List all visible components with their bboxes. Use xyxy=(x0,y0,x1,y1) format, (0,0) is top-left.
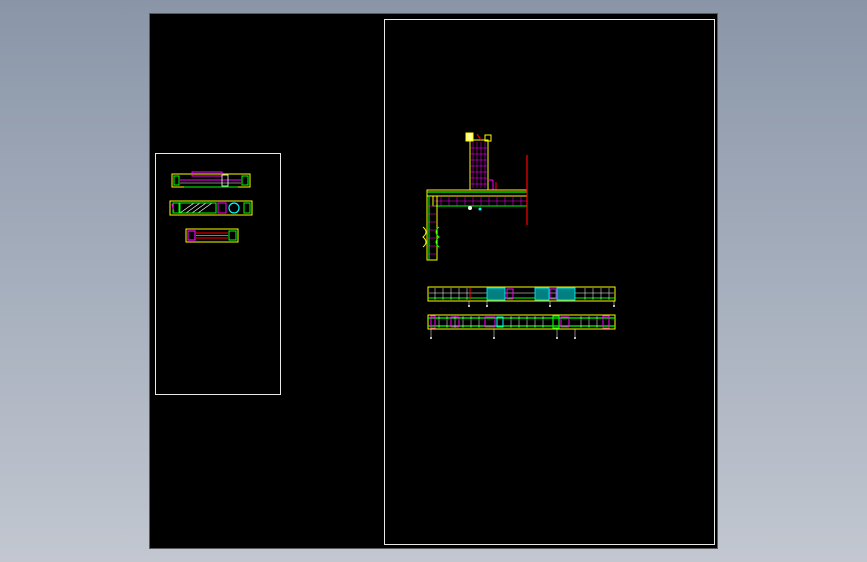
right-sheet-drawing xyxy=(422,132,616,339)
detail-bottom xyxy=(185,228,239,243)
left-sheet-drawing xyxy=(169,171,253,243)
beam-elevation-bottom xyxy=(427,314,616,339)
wall-junction-detail xyxy=(422,132,528,261)
beam-elevation-top xyxy=(427,286,616,307)
detail-middle xyxy=(169,200,253,216)
drawing-canvas[interactable] xyxy=(149,13,718,549)
drawing-sheet-right[interactable] xyxy=(384,19,715,545)
detail-top xyxy=(171,171,251,188)
drawing-sheet-left[interactable] xyxy=(155,153,281,395)
